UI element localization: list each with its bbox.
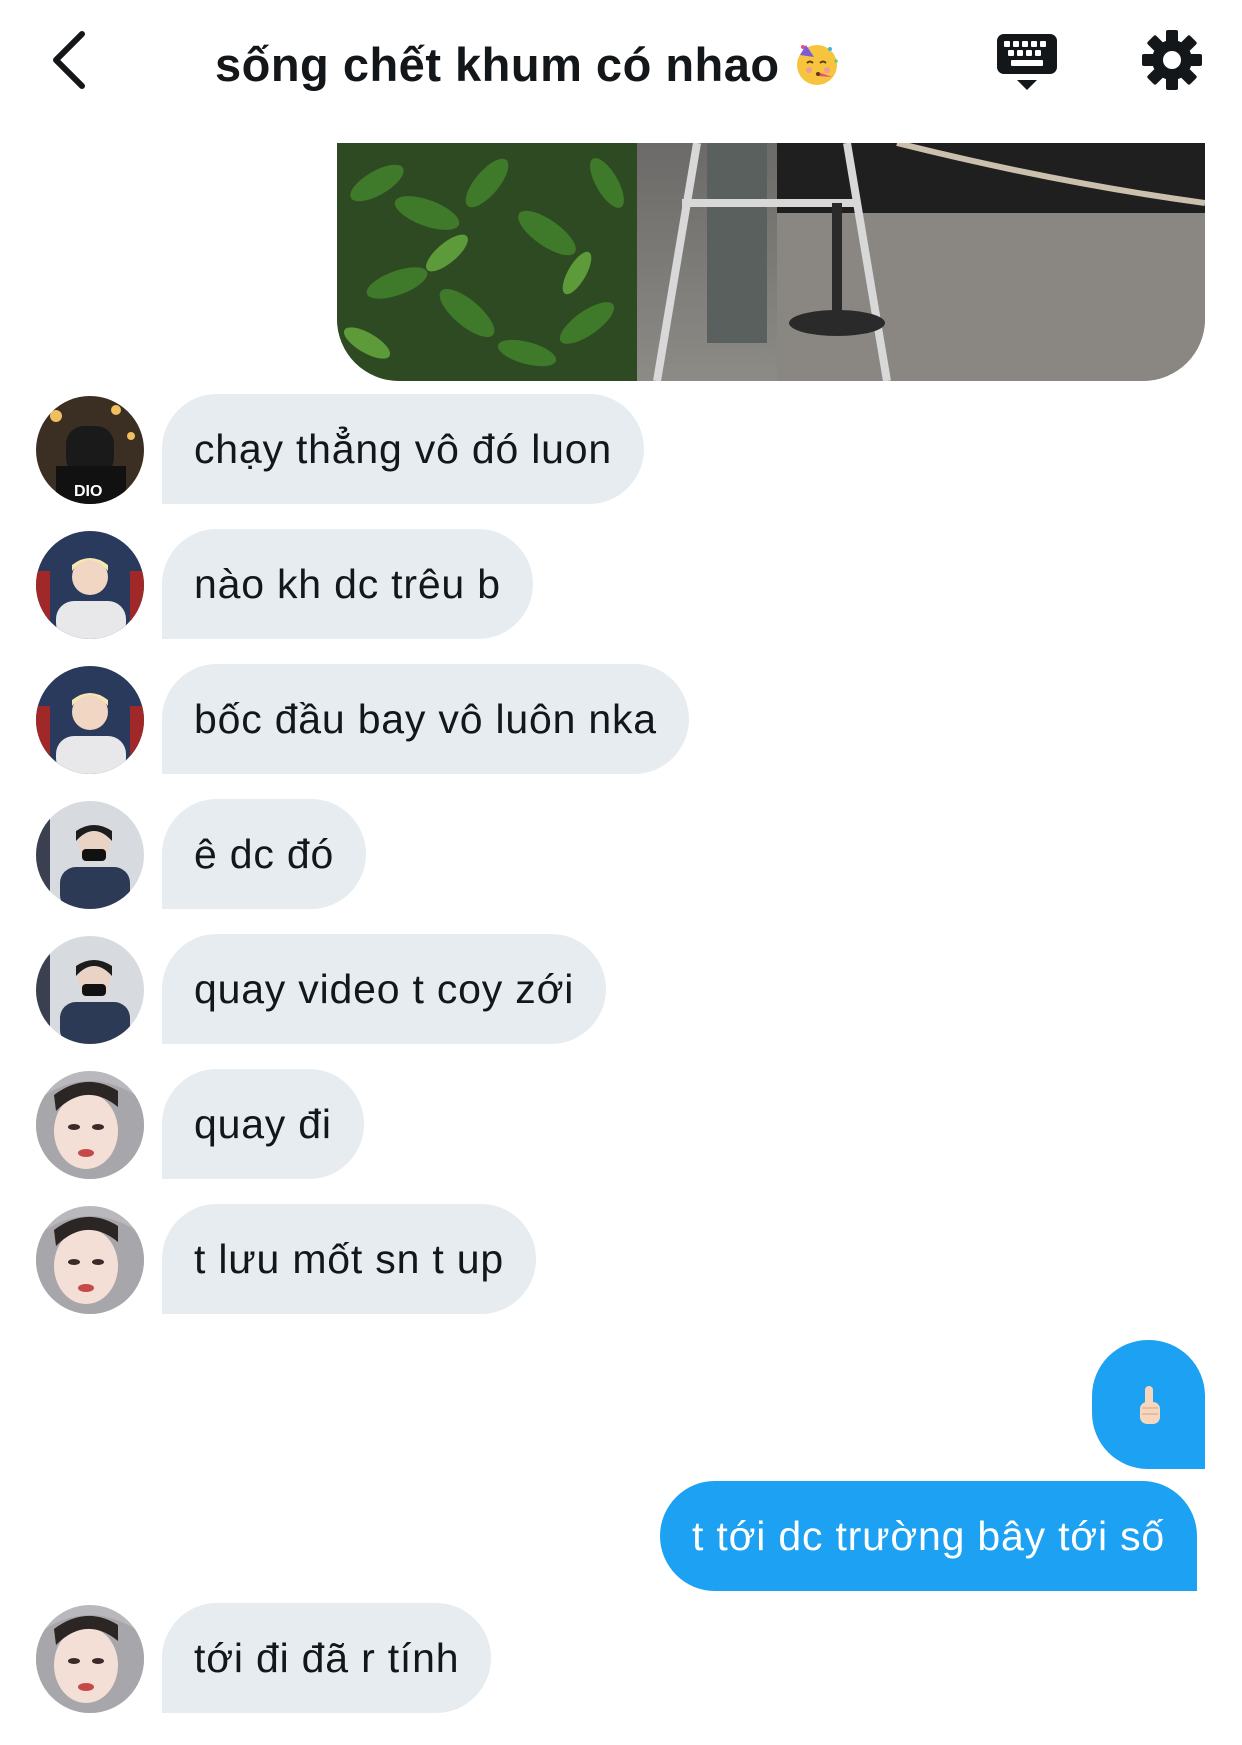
message-bubble-outgoing[interactable] [1092, 1340, 1205, 1469]
message-bubble[interactable]: chạy thẳng vô đó luon [162, 394, 644, 504]
message-bubble[interactable]: bốc đầu bay vô luôn nka [162, 664, 689, 774]
message-bubble[interactable]: quay video t coy zới [162, 934, 607, 1044]
conversation-title[interactable]: sống chết khum có nhao [215, 34, 842, 94]
back-button[interactable] [40, 28, 96, 92]
gear-icon [1142, 30, 1202, 90]
message-bubble[interactable]: t lưu mốt sn t up [162, 1204, 536, 1314]
shared-photo[interactable] [337, 143, 1205, 381]
avatar[interactable] [36, 1071, 144, 1179]
conversation-title-text: sống chết khum có nhao [215, 37, 780, 91]
avatar[interactable] [36, 801, 144, 909]
photo-content [337, 143, 1205, 381]
avatar[interactable] [36, 936, 144, 1044]
settings-button[interactable] [1140, 28, 1204, 92]
message-bubble[interactable]: nào kh dc trêu b [162, 529, 533, 639]
avatar[interactable] [36, 1206, 144, 1314]
chevron-left-icon [53, 31, 85, 89]
conversation-header: sống chết khum có nhao [0, 0, 1242, 125]
avatar[interactable]: DIO [36, 396, 144, 504]
keyboard-icon [997, 34, 1057, 90]
keyboard-button[interactable] [995, 30, 1059, 94]
pointing-up-hand-emoji-icon [1139, 1385, 1160, 1424]
avatar-user-d [36, 1605, 144, 1713]
message-bubble[interactable]: ê dc đó [162, 799, 367, 909]
message-bubble[interactable]: tới đi đã r tính [162, 1603, 492, 1713]
avatar-user-b [36, 531, 144, 639]
message-bubble[interactable]: quay đi [162, 1069, 364, 1179]
svg-text:DIO: DIO [74, 483, 102, 500]
avatar-user-d [36, 1206, 144, 1314]
avatar-user-d [36, 1071, 144, 1179]
avatar-user-c [36, 936, 144, 1044]
avatar-user-c [36, 801, 144, 909]
partying-face-emoji-icon [796, 45, 838, 85]
message-bubble-outgoing[interactable]: t tới dc trường bây tới số [660, 1481, 1198, 1591]
avatar-user-b [36, 666, 144, 774]
avatar-user-a: DIO [36, 396, 144, 504]
avatar[interactable] [36, 666, 144, 774]
avatar[interactable] [36, 1605, 144, 1713]
avatar[interactable] [36, 531, 144, 639]
